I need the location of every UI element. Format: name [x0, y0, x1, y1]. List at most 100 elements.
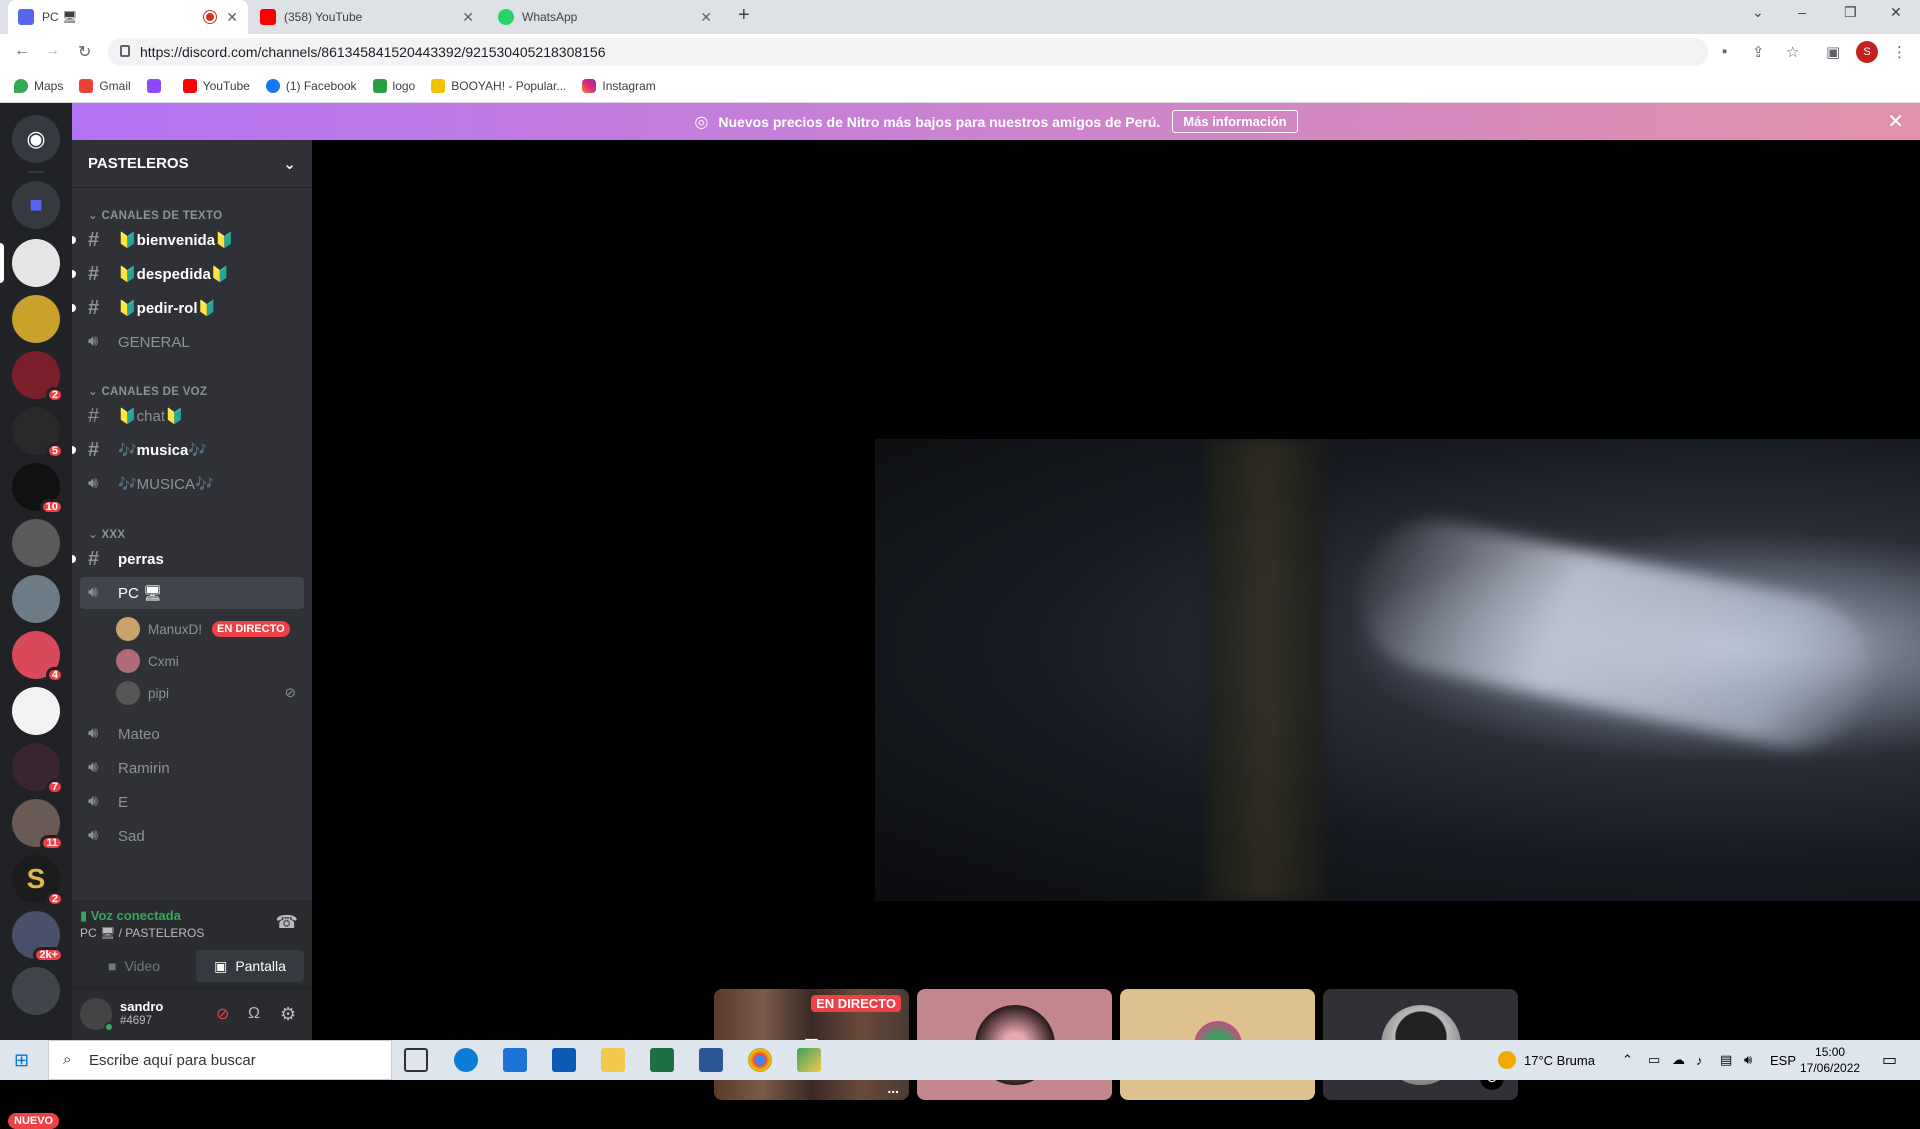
- server-icon[interactable]: [12, 519, 60, 567]
- chrome-icon[interactable]: [748, 1048, 772, 1072]
- channel-e[interactable]: 🔊︎ E: [80, 786, 304, 818]
- app-icon[interactable]: [797, 1048, 821, 1072]
- server-folder-icon[interactable]: [12, 967, 60, 1015]
- voice-status[interactable]: ▮ Voz conectada: [80, 908, 181, 924]
- channel-mateo[interactable]: 🔊︎ Mateo: [80, 718, 304, 750]
- channel-musica-voice[interactable]: 🔊︎ 🎶MUSICA🎶: [80, 468, 304, 500]
- bookmark-instagram[interactable]: Instagram: [582, 79, 656, 93]
- server-icon[interactable]: [12, 575, 60, 623]
- server-icon[interactable]: [12, 239, 60, 287]
- more-info-button[interactable]: Más información: [1172, 110, 1298, 133]
- new-tab-button[interactable]: +: [738, 4, 750, 27]
- channel-musica[interactable]: # 🎶musica🎶: [72, 434, 304, 466]
- taskbar-search[interactable]: ⌕ Escribe aquí para buscar: [48, 1040, 392, 1080]
- voice-user-pipi[interactable]: pipi ⊘: [116, 678, 304, 708]
- more-options-icon[interactable]: ...: [887, 1080, 899, 1096]
- server-icon[interactable]: S2: [12, 855, 64, 907]
- avatar[interactable]: [80, 998, 114, 1032]
- volume-icon[interactable]: 🔊︎: [1744, 1040, 1752, 1080]
- channel-ramirin[interactable]: 🔊︎ Ramirin: [80, 752, 304, 784]
- excel-icon[interactable]: [650, 1048, 674, 1072]
- voice-user-manuxd[interactable]: ManuxD! EN DIRECTO: [116, 614, 304, 644]
- video-button[interactable]: ■ Video: [80, 950, 188, 982]
- headphones-icon[interactable]: Ω: [248, 1005, 260, 1023]
- server-icon[interactable]: 4: [12, 631, 64, 683]
- weather-widget[interactable]: 17°C Bruma: [1498, 1040, 1595, 1080]
- category-xxx[interactable]: ⌄ XXX: [88, 527, 125, 541]
- server-icon[interactable]: [12, 687, 60, 735]
- mic-icon[interactable]: ♪: [1696, 1040, 1703, 1080]
- tab-youtube[interactable]: (358) YouTube ✕: [250, 0, 484, 34]
- server-icon[interactable]: [12, 295, 60, 343]
- language-indicator[interactable]: ESP: [1770, 1040, 1796, 1080]
- mail-icon[interactable]: [552, 1048, 576, 1072]
- channel-sad[interactable]: 🔊︎ Sad: [80, 820, 304, 852]
- bookmark-maps[interactable]: Maps: [14, 79, 63, 93]
- server-icon[interactable]: 7: [12, 743, 64, 795]
- restore-button[interactable]: ❐: [1844, 4, 1857, 21]
- settings-gear-icon[interactable]: ⚙: [280, 1004, 296, 1025]
- star-icon[interactable]: ☆: [1786, 43, 1799, 61]
- channel-pc[interactable]: 🔊︎ PC 🖥: [80, 577, 304, 609]
- bookmark-youtube[interactable]: YouTube: [182, 79, 250, 93]
- voice-user-cxmi[interactable]: Cxmi: [116, 646, 304, 676]
- word-icon[interactable]: [699, 1048, 723, 1072]
- mute-mic-icon[interactable]: ⊘: [216, 1004, 229, 1024]
- folder-icon[interactable]: ■: [12, 181, 60, 229]
- tab-discord[interactable]: PC 🖥 ✕: [8, 0, 248, 34]
- close-tab-icon[interactable]: ✕: [700, 9, 712, 26]
- channel-general[interactable]: 🔊︎ GENERAL: [80, 326, 304, 358]
- tab-search-icon[interactable]: ⌄: [1752, 4, 1764, 21]
- screen-share-button[interactable]: ▣ Pantalla: [196, 950, 304, 982]
- bookmark-logo[interactable]: logo: [372, 79, 415, 93]
- wifi-icon[interactable]: ▤: [1720, 1040, 1732, 1080]
- bookmark-booyah[interactable]: BOOYAH! - Popular...: [431, 79, 566, 93]
- windows-start-icon[interactable]: ⊞: [14, 1050, 29, 1071]
- close-tab-icon[interactable]: ✕: [226, 9, 238, 26]
- chevron-up-icon[interactable]: ⌃: [1622, 1040, 1633, 1080]
- forward-icon[interactable]: →: [44, 42, 60, 60]
- file-explorer-icon[interactable]: [601, 1048, 625, 1072]
- tab-whatsapp[interactable]: WhatsApp ✕: [488, 0, 722, 34]
- menu-icon[interactable]: ⋮: [1892, 43, 1907, 61]
- store-icon[interactable]: [503, 1048, 527, 1072]
- channel-bienvenida[interactable]: # 🔰bienvenida🔰: [72, 224, 304, 256]
- disconnect-icon[interactable]: ☎: [276, 912, 298, 933]
- url-field[interactable]: https://discord.com/channels/86134584152…: [108, 38, 1708, 66]
- profile-avatar[interactable]: S: [1856, 41, 1878, 63]
- channel-perras[interactable]: # perras: [72, 543, 304, 575]
- channel-despedida[interactable]: # 🔰despedida🔰: [72, 258, 304, 290]
- bookmark-gmail[interactable]: Gmail: [79, 79, 131, 93]
- share-icon[interactable]: ⇪: [1752, 43, 1765, 61]
- discord-home-icon[interactable]: ◉: [12, 115, 60, 163]
- close-window-button[interactable]: ✕: [1890, 4, 1902, 21]
- new-badge[interactable]: NUEVO: [8, 1113, 60, 1129]
- bookmark-twitch[interactable]: [146, 79, 167, 93]
- server-icon[interactable]: 2: [12, 351, 64, 403]
- network-icon[interactable]: ▭: [1648, 1040, 1660, 1080]
- close-banner-icon[interactable]: ✕: [1887, 109, 1904, 134]
- task-view-icon[interactable]: [404, 1048, 428, 1072]
- edge-icon[interactable]: [454, 1048, 478, 1072]
- channel-pedir-rol[interactable]: # 🔰pedir-rol🔰: [72, 292, 304, 324]
- category-voice-channels[interactable]: ⌄ CANALES DE VOZ: [88, 384, 207, 398]
- sidepanel-icon[interactable]: ▣: [1826, 43, 1840, 61]
- onedrive-icon[interactable]: ☁: [1672, 1040, 1685, 1080]
- back-icon[interactable]: ←: [14, 42, 30, 60]
- reload-icon[interactable]: ↻: [78, 42, 91, 62]
- clock[interactable]: 15:00 17/06/2022: [1800, 1040, 1860, 1080]
- notifications-icon[interactable]: ▭: [1882, 1040, 1897, 1080]
- bookmark-facebook[interactable]: (1) Facebook: [265, 79, 357, 93]
- server-icon[interactable]: 5: [12, 407, 64, 459]
- server-folder-icon[interactable]: 2k+: [12, 911, 64, 963]
- category-text-channels[interactable]: ⌄ CANALES DE TEXTO: [88, 208, 222, 222]
- server-header[interactable]: PASTELEROS ⌄: [72, 140, 312, 188]
- stream-video[interactable]: [875, 439, 1920, 901]
- server-icon[interactable]: 10: [12, 463, 64, 515]
- close-tab-icon[interactable]: ✕: [462, 9, 474, 26]
- minimize-button[interactable]: –: [1798, 4, 1806, 20]
- camera-icon[interactable]: ▪: [1722, 43, 1727, 60]
- channel-chat[interactable]: # 🔰chat🔰: [80, 400, 304, 432]
- voice-location[interactable]: PC 🖥 / PASTELEROS: [80, 926, 204, 940]
- server-icon[interactable]: 11: [12, 799, 64, 851]
